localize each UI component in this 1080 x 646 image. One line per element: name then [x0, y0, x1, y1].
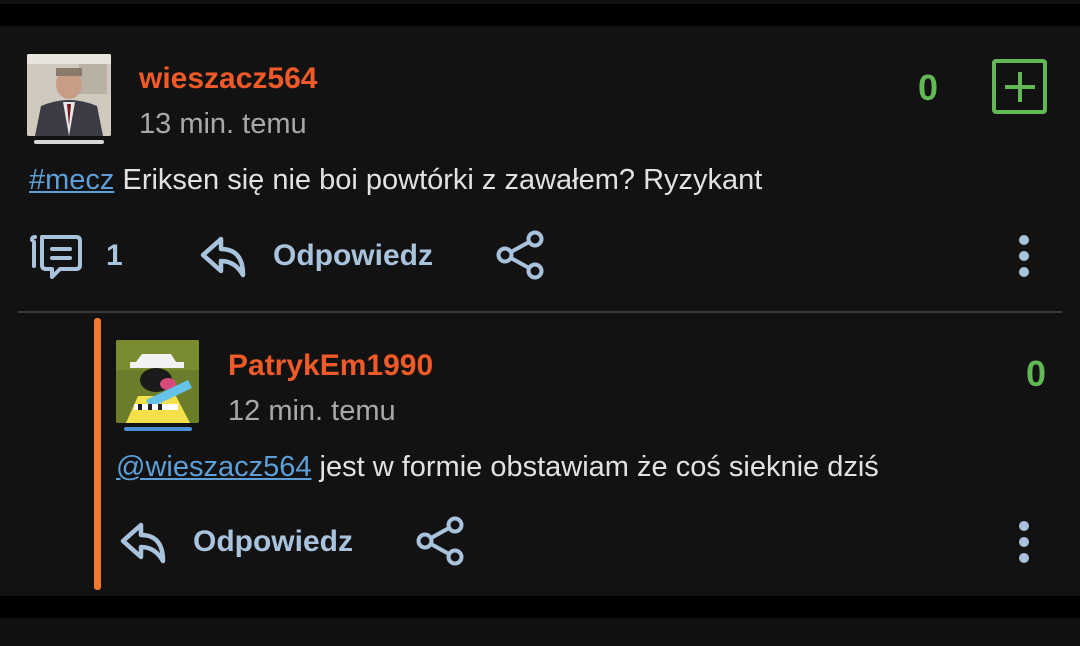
share-icon — [416, 516, 464, 566]
reply-arrow-icon — [200, 236, 246, 278]
tag-link[interactable]: #mecz — [29, 164, 114, 196]
mention-link[interactable]: @wieszacz564 — [116, 451, 311, 483]
reply-avatar[interactable] — [116, 340, 199, 423]
comments-icon — [30, 235, 82, 279]
plus-button[interactable] — [992, 59, 1047, 114]
avatar-underline — [34, 140, 104, 144]
reply-arrow-icon — [120, 522, 166, 564]
post-text: Eriksen się nie boi powtórki z zawałem? … — [114, 164, 763, 196]
bottom-separator — [0, 618, 1080, 646]
divider — [18, 311, 1062, 313]
more-vertical-icon — [1019, 235, 1029, 277]
reply-share-button[interactable] — [416, 516, 466, 566]
more-options-button[interactable] — [1015, 233, 1033, 279]
top-separator — [0, 0, 1080, 4]
avatar[interactable] — [27, 54, 111, 136]
reply-more-options-button[interactable] — [1015, 519, 1033, 565]
reply-timestamp: 12 min. temu — [228, 395, 396, 427]
comments-button[interactable]: 1 — [28, 233, 123, 279]
reply-text: jest w formie obstawiam że coś sieknie d… — [311, 451, 879, 483]
reply-reply-button[interactable]: Odpowiedz — [119, 519, 353, 565]
reply-username[interactable]: PatrykEm1990 — [228, 348, 433, 384]
reply-reply-label: Odpowiedz — [193, 525, 353, 558]
share-button[interactable] — [496, 230, 546, 280]
post-body: #mecz Eriksen się nie boi powtórki z zaw… — [29, 160, 762, 200]
reply-body: @wieszacz564 jest w formie obstawiam że … — [116, 447, 879, 487]
timestamp: 13 min. temu — [139, 108, 307, 140]
share-icon — [496, 230, 544, 280]
reply-avatar-underline — [124, 427, 192, 431]
reply-vote-count: 0 — [1026, 353, 1047, 394]
reply-button[interactable]: Odpowiedz — [199, 233, 433, 279]
vote-count: 0 — [918, 67, 939, 108]
reply-indent-bar — [94, 318, 101, 590]
reply-label: Odpowiedz — [273, 239, 433, 272]
more-vertical-icon — [1019, 521, 1029, 563]
comment-count: 1 — [106, 239, 123, 272]
username[interactable]: wieszacz564 — [139, 61, 317, 97]
plus-icon — [1004, 71, 1035, 102]
